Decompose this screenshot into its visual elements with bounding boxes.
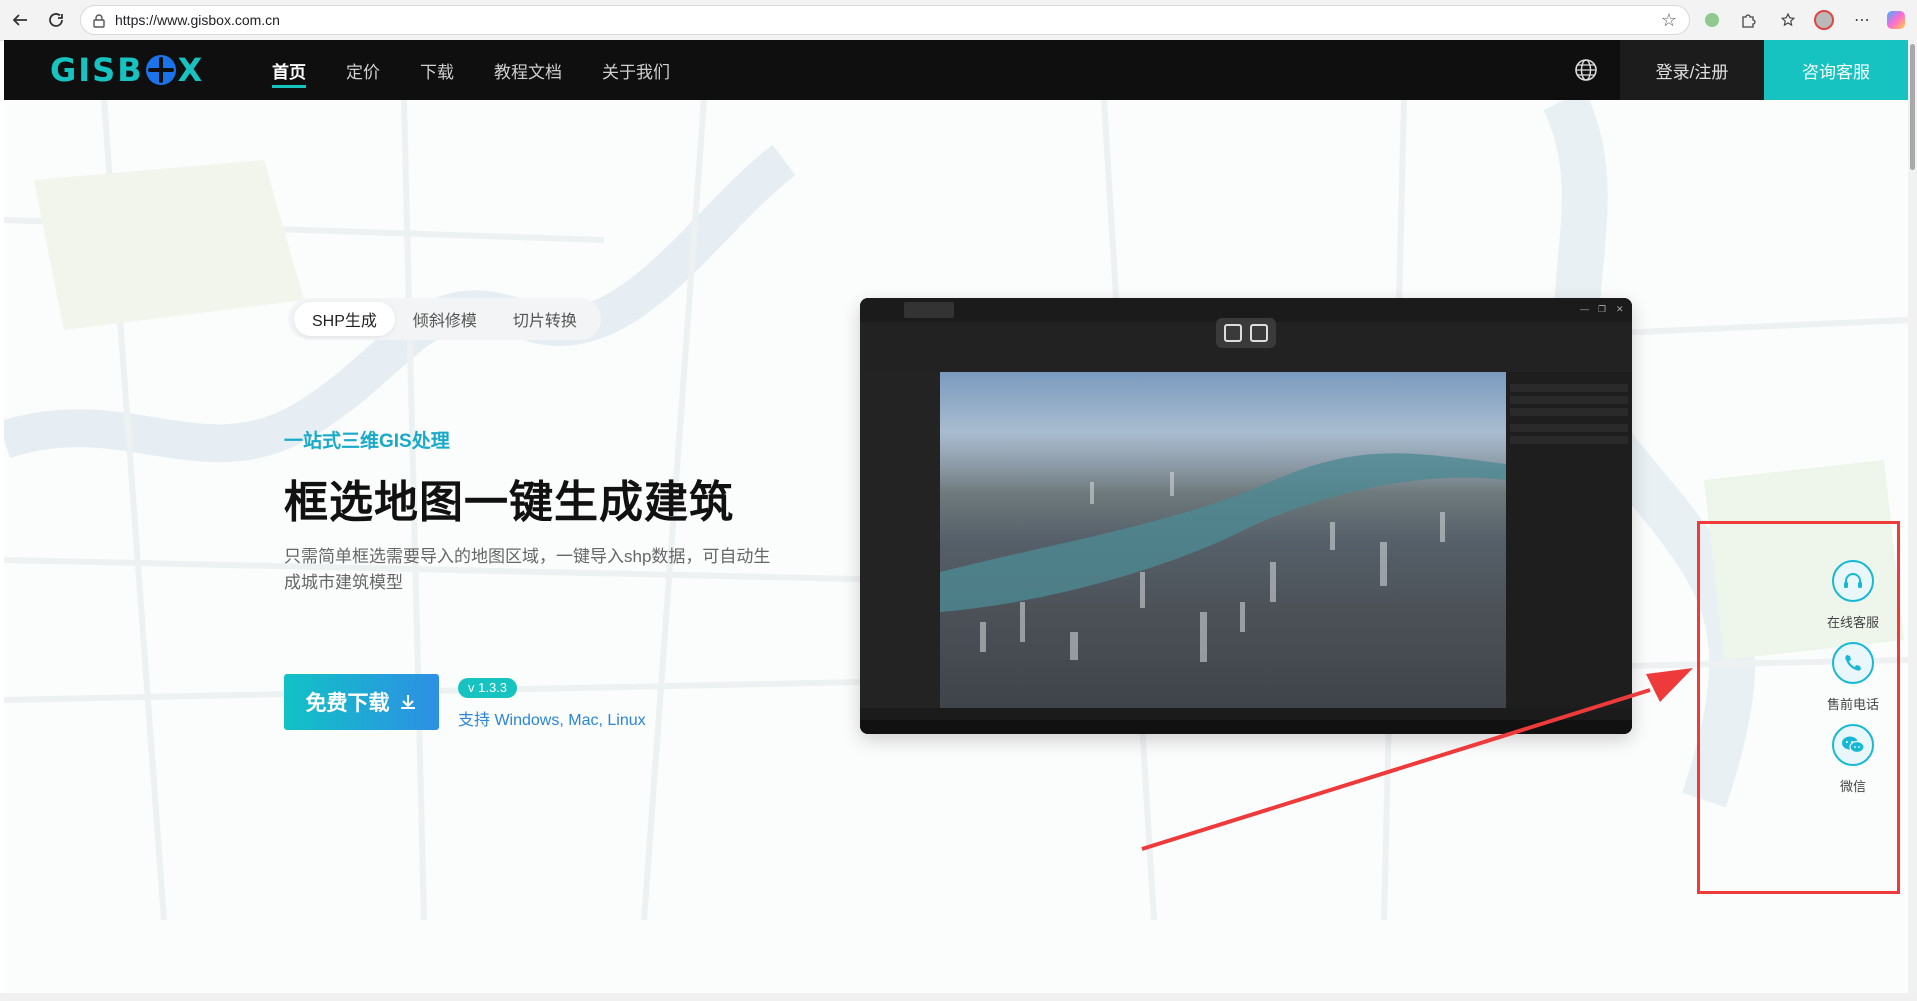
site-header: GISB X 首页 定价 下载 教程文档 关于我们 登录/注册 咨询客服 (4, 40, 1908, 100)
language-globe-icon[interactable] (1574, 58, 1598, 82)
play-icon (1250, 324, 1268, 342)
nav-pricing[interactable]: 定价 (346, 40, 380, 100)
lock-icon (93, 14, 105, 28)
profile-avatar-icon[interactable] (1812, 8, 1836, 32)
consult-service-button[interactable]: 咨询客服 (1764, 40, 1908, 100)
puzzle-icon[interactable] (1736, 8, 1760, 32)
extension-icon[interactable] (1700, 8, 1724, 32)
preview-floating-toolbar (1216, 318, 1276, 348)
download-icon (400, 695, 415, 709)
logo-text: GISB (50, 51, 144, 89)
nav-download[interactable]: 下载 (420, 40, 454, 100)
download-label: 免费下载 (305, 692, 390, 715)
tab-oblique-repair[interactable]: 倾斜修模 (395, 302, 495, 336)
page-scrollbar[interactable] (1908, 40, 1917, 1001)
url-text: https://www.gisbox.com.cn (115, 12, 280, 28)
hero-eyebrow: 一站式三维GIS处理 (284, 431, 450, 452)
back-arrow-icon[interactable] (6, 6, 34, 34)
annotation-highlight-box (1697, 521, 1900, 894)
tab-tile-convert[interactable]: 切片转换 (495, 302, 595, 336)
product-screenshot: — ❐ ✕ (860, 298, 1632, 734)
gisbox-logo[interactable]: GISB X (50, 51, 204, 89)
free-download-button[interactable]: 免费下载 (284, 674, 439, 730)
feature-tabs: SHP生成 倾斜修模 切片转换 (288, 298, 601, 340)
close-icon: ✕ (1616, 304, 1624, 314)
preview-scene-tree (860, 372, 940, 708)
exit-fullscreen-icon (1224, 324, 1242, 342)
preview-properties-panel (1506, 372, 1632, 708)
platform-support: 支持 Windows, Mac, Linux (458, 712, 646, 729)
nav-about[interactable]: 关于我们 (602, 40, 670, 100)
star-icon[interactable]: ☆ (1661, 10, 1677, 31)
tab-shp-generate[interactable]: SHP生成 (294, 302, 395, 336)
more-menu-icon[interactable]: ⋯ (1850, 8, 1874, 32)
version-badge: v 1.3.3 (458, 678, 518, 698)
reload-icon[interactable] (42, 6, 70, 34)
nav-docs[interactable]: 教程文档 (494, 40, 562, 100)
favorites-icon[interactable] (1776, 8, 1800, 32)
login-register-button[interactable]: 登录/注册 (1620, 40, 1764, 100)
minimize-icon: — (1580, 304, 1589, 314)
hero-section: SHP生成 倾斜修模 切片转换 一站式三维GIS处理 框选地图一键生成建筑 只需… (4, 100, 1908, 993)
address-bar[interactable]: https://www.gisbox.com.cn ☆ (80, 5, 1690, 35)
nav-home[interactable]: 首页 (272, 40, 306, 100)
globe-logo-icon (145, 55, 176, 85)
hero-description: 只需简单框选需要导入的地图区域，一键导入shp数据，可自动生成城市建筑模型 (284, 547, 771, 592)
restore-icon: ❐ (1598, 304, 1607, 314)
scrollbar-thumb[interactable] (1910, 44, 1915, 170)
main-nav: 首页 定价 下载 教程文档 关于我们 (272, 40, 710, 100)
hero-title: 框选地图一键生成建筑 (284, 478, 734, 527)
browser-toolbar: https://www.gisbox.com.cn ☆ ⋯ (0, 0, 1917, 41)
preview-3d-city-view (940, 372, 1506, 708)
copilot-icon[interactable] (1884, 8, 1908, 32)
